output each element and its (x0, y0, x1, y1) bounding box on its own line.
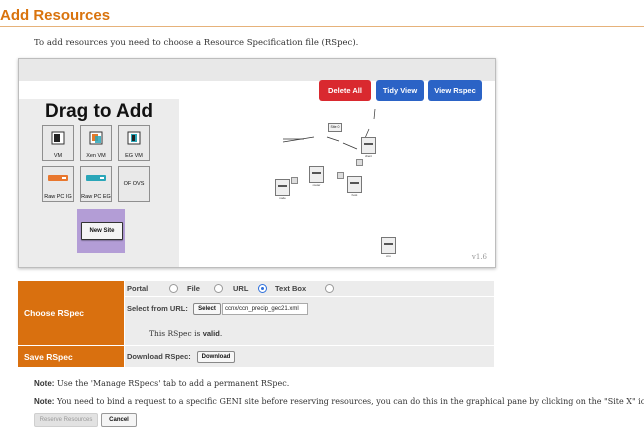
view-rspec-button[interactable]: View Rspec (428, 80, 482, 101)
url-radio[interactable] (258, 284, 267, 293)
choose-rspec-header: Choose RSpec (18, 281, 124, 345)
intro-text: To add resources you need to choose a Re… (34, 38, 359, 48)
vm-icon (51, 131, 65, 145)
portal-radio[interactable] (169, 284, 178, 293)
select-button[interactable]: Select (193, 303, 221, 315)
valid-suffix: . (219, 329, 223, 338)
tile-label: Raw PC EG (81, 194, 111, 200)
palette-tile-of-ovs[interactable]: OF OVS (118, 166, 150, 202)
valid-prefix: This RSpec is (149, 329, 201, 338)
download-label: Download RSpec: (127, 352, 191, 361)
lan-point[interactable] (356, 159, 363, 166)
version-label: v1.6 (471, 253, 487, 261)
valid-word: valid (202, 329, 220, 338)
editor-toolbar-strip (19, 59, 495, 81)
url-field[interactable]: ccnx/ccn_precip_gec21.xml (222, 303, 308, 315)
url-label: Select from URL: (127, 304, 188, 313)
save-rspec-label: Save RSpec (24, 352, 73, 362)
save-rspec-header: Save RSpec (18, 346, 124, 367)
topology-node[interactable]: node (275, 179, 290, 200)
choose-rspec-body: Portal File URL Text Box Select from URL… (125, 281, 494, 345)
site-label[interactable]: Site 0 (328, 123, 342, 132)
note-label: Note: (34, 397, 55, 406)
palette-tile-xen-vm[interactable]: Xen VM (80, 125, 112, 161)
note-manage-rspecs: Note: Use the 'Manage RSpecs' tab to add… (34, 379, 289, 388)
palette-tile-raw-pc-eg[interactable]: Raw PC EG (80, 166, 112, 202)
page-title: Add Resources (0, 7, 111, 24)
topology-node[interactable]: client (361, 137, 376, 158)
tile-label: EG VM (125, 153, 143, 159)
tile-label: OF OVS (123, 181, 145, 187)
raw-pc-eg-icon (86, 175, 106, 181)
option-url-label: URL (233, 284, 249, 293)
note-bind-site: Note: You need to bind a request to a sp… (34, 397, 644, 406)
topology-node[interactable]: host (347, 176, 362, 197)
note-text: Use the 'Manage RSpecs' tab to add a per… (57, 379, 290, 388)
eg-vm-icon (127, 131, 141, 145)
resource-palette: Drag to Add VM Xen VM EG VM Raw PC IG Ra… (19, 99, 179, 267)
option-portal-label: Portal (127, 284, 149, 293)
cancel-button[interactable]: Cancel (101, 413, 137, 427)
palette-title: Drag to Add (44, 101, 153, 122)
option-file-label: File (187, 284, 200, 293)
lan-point[interactable] (337, 172, 344, 179)
raw-pc-ig-icon (48, 175, 68, 181)
new-site-button[interactable]: New Site (81, 222, 123, 240)
lan-point[interactable] (291, 177, 298, 184)
title-divider (0, 26, 644, 27)
rspec-valid-message: This RSpec is valid. (149, 329, 222, 338)
tidy-view-button[interactable]: Tidy View (376, 80, 424, 101)
topology-node[interactable]: router (309, 166, 324, 187)
topology-node[interactable]: cnx (381, 237, 396, 258)
choose-rspec-label: Choose RSpec (24, 308, 84, 318)
new-site-area: New Site (77, 209, 125, 253)
palette-tile-vm[interactable]: VM (42, 125, 74, 161)
palette-tile-eg-vm[interactable]: EG VM (118, 125, 150, 161)
reserve-resources-button[interactable]: Reserve Resources (34, 413, 98, 427)
download-button[interactable]: Download (197, 351, 235, 363)
option-text-box-label: Text Box (275, 284, 307, 293)
file-radio[interactable] (214, 284, 223, 293)
text-box-radio[interactable] (325, 284, 334, 293)
xen-vm-icon (89, 131, 103, 145)
save-rspec-body: Download RSpec: Download (125, 346, 494, 367)
delete-all-button[interactable]: Delete All (319, 80, 371, 101)
row-divider (125, 296, 494, 297)
palette-tile-raw-pc-ig[interactable]: Raw PC IG (42, 166, 74, 202)
graphical-editor[interactable]: Delete All Tidy View View Rspec Drag to … (18, 58, 496, 268)
note-text: You need to bind a request to a specific… (57, 397, 644, 406)
note-label: Note: (34, 379, 55, 388)
